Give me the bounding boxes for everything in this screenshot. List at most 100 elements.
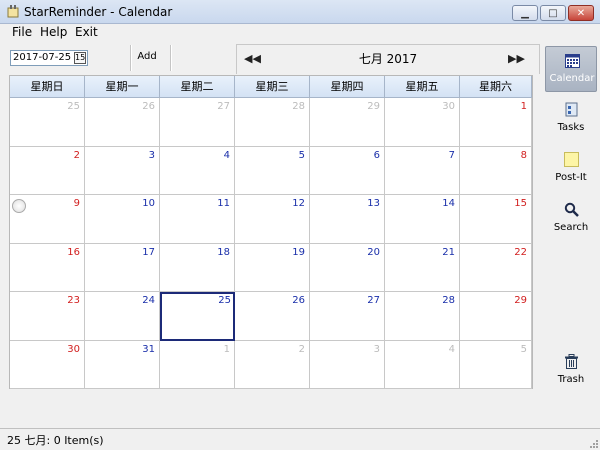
add-button[interactable]: Add — [134, 48, 160, 66]
day-number: 16 — [67, 246, 80, 258]
sidebar-item-label: Calendar — [549, 73, 595, 84]
day-cell[interactable]: 12 — [235, 195, 310, 244]
day-cell[interactable]: 18 — [160, 243, 235, 292]
day-number: 8 — [520, 149, 527, 161]
day-cell[interactable]: 25 — [10, 98, 85, 147]
sidebar-item-label: Post-It — [555, 172, 587, 183]
menu-help[interactable]: Help — [40, 25, 67, 39]
maximize-button[interactable]: □ — [540, 5, 566, 21]
sidebar-item-post-it[interactable]: Post-It — [545, 146, 597, 192]
day-cell[interactable]: 14 — [385, 195, 460, 244]
day-cell[interactable]: 27 — [160, 98, 235, 147]
weekday-header-cell: 星期六 — [460, 76, 532, 98]
maximize-icon: □ — [548, 7, 558, 19]
day-cell[interactable]: 22 — [460, 243, 532, 292]
day-cell[interactable]: 2 — [10, 146, 85, 195]
date-picker-icon[interactable]: 15 — [74, 52, 86, 64]
day-number: 25 — [67, 101, 80, 112]
day-cell[interactable]: 11 — [160, 195, 235, 244]
day-number: 5 — [520, 343, 527, 355]
day-cell[interactable]: 2 — [235, 340, 310, 389]
day-number: 24 — [142, 295, 155, 306]
status-text: 25 七月: 0 Item(s) — [7, 434, 104, 447]
day-cell[interactable]: 3 — [310, 340, 385, 389]
app-icon — [7, 5, 19, 18]
day-number: 19 — [292, 246, 305, 258]
sidebar-item-search[interactable]: Search — [545, 196, 597, 242]
day-cell[interactable]: 28 — [385, 292, 460, 341]
toolbar-separator — [170, 45, 172, 71]
day-cell[interactable]: 4 — [385, 340, 460, 389]
sidebar-item-trash[interactable]: Trash — [545, 348, 597, 394]
day-number: 2 — [73, 149, 80, 161]
day-number: 5 — [298, 149, 305, 161]
day-cell[interactable]: 15 — [460, 195, 532, 244]
day-cell-selected[interactable]: 25 — [160, 292, 235, 341]
day-cell[interactable]: 17 — [85, 243, 160, 292]
day-cell[interactable]: 8 — [460, 146, 532, 195]
sidebar-item-label: Tasks — [557, 122, 585, 133]
day-number: 31 — [142, 343, 155, 355]
weekday-header-cell: 星期四 — [310, 76, 385, 98]
close-button[interactable]: ✕ — [568, 5, 594, 21]
day-cell[interactable]: 5 — [460, 340, 532, 389]
day-cell[interactable]: 20 — [310, 243, 385, 292]
day-cell[interactable]: 6 — [310, 146, 385, 195]
day-number: 3 — [148, 149, 155, 161]
day-number: 3 — [373, 343, 380, 355]
sidebar-item-label: Trash — [557, 374, 585, 385]
day-cell[interactable]: 27 — [310, 292, 385, 341]
date-field[interactable]: 2017-07-25 15 — [10, 50, 88, 66]
day-number: 17 — [142, 246, 155, 258]
sidebar-item-tasks[interactable]: Tasks — [545, 96, 597, 142]
day-cell[interactable]: 30 — [10, 340, 85, 389]
day-cell[interactable]: 26 — [85, 98, 160, 147]
day-cell[interactable]: 16 — [10, 243, 85, 292]
post-it-icon — [564, 152, 579, 167]
tasks-icon — [565, 102, 578, 117]
day-number: 26 — [142, 101, 155, 112]
day-cell[interactable]: 3 — [85, 146, 160, 195]
menu-file[interactable]: File — [12, 25, 32, 39]
day-cell[interactable]: 24 — [85, 292, 160, 341]
day-number: 23 — [67, 295, 80, 306]
window-title: StarReminder - Calendar — [24, 5, 173, 19]
sidebar: Calendar Tasks Post-It Search Trash — [541, 42, 600, 428]
day-number: 29 — [367, 101, 380, 112]
day-cell[interactable]: 10 — [85, 195, 160, 244]
day-number: 18 — [217, 246, 230, 258]
sidebar-item-label: Search — [553, 222, 589, 233]
day-cell[interactable]: 29 — [460, 292, 532, 341]
day-cell[interactable]: 23 — [10, 292, 85, 341]
minimize-button[interactable]: ▁ — [512, 5, 538, 21]
day-cell[interactable]: 7 — [385, 146, 460, 195]
resize-grip-icon[interactable] — [588, 438, 598, 448]
next-month-icon[interactable]: ▶▶ — [508, 52, 525, 65]
weekday-header-cell: 星期日 — [10, 76, 85, 98]
weekday-header: 星期日 星期一 星期二 星期三 星期四 星期五 星期六 — [10, 76, 532, 98]
day-cell[interactable]: 9 — [10, 195, 85, 244]
sidebar-item-calendar[interactable]: Calendar — [545, 46, 597, 92]
day-number: 29 — [514, 295, 527, 306]
day-cell[interactable]: 28 — [235, 98, 310, 147]
day-cell[interactable]: 1 — [460, 98, 532, 147]
day-number: 22 — [514, 246, 527, 258]
day-cell[interactable]: 21 — [385, 243, 460, 292]
close-icon: ✕ — [576, 7, 586, 19]
day-number: 4 — [448, 343, 455, 355]
day-cell[interactable]: 30 — [385, 98, 460, 147]
day-number: 28 — [292, 101, 305, 112]
day-cell[interactable]: 4 — [160, 146, 235, 195]
day-cell[interactable]: 29 — [310, 98, 385, 147]
day-cell[interactable]: 26 — [235, 292, 310, 341]
menu-exit[interactable]: Exit — [75, 25, 98, 39]
day-cell[interactable]: 5 — [235, 146, 310, 195]
day-number: 14 — [442, 198, 455, 209]
day-number: 25 — [218, 295, 231, 306]
day-cell[interactable]: 1 — [160, 340, 235, 389]
day-cell[interactable]: 31 — [85, 340, 160, 389]
month-title: 七月 2017 — [358, 52, 418, 66]
weekday-header-cell: 星期一 — [85, 76, 160, 98]
day-cell[interactable]: 19 — [235, 243, 310, 292]
day-cell[interactable]: 13 — [310, 195, 385, 244]
